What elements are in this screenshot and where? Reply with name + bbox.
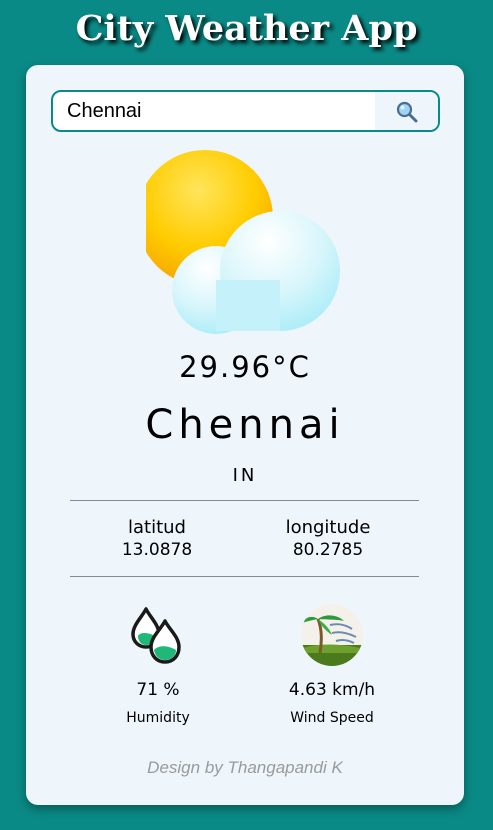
- wind-speed-value: 4.63 km/h: [288, 680, 376, 700]
- humidity-icon: [131, 607, 181, 664]
- longitude-block: longitude 80.2785: [253, 517, 403, 561]
- country-code: IN: [232, 465, 258, 486]
- app-title: City Weather App: [75, 8, 418, 49]
- latitude-value: 13.0878: [121, 540, 193, 560]
- humidity-value: 71 %: [136, 680, 180, 700]
- weather-card: 29.96°C Chennai IN latitud 13.0878 longi…: [26, 65, 464, 805]
- wind-speed-label: Wind Speed: [290, 710, 374, 726]
- longitude-value: 80.2785: [292, 540, 364, 560]
- partly-cloudy-icon: [146, 150, 340, 334]
- latitude-label: latitud: [128, 517, 186, 538]
- divider: [70, 500, 419, 501]
- footer-credit: Design by Thangapandi K: [147, 758, 343, 777]
- longitude-label: longitude: [285, 517, 371, 538]
- search-input[interactable]: [53, 92, 375, 130]
- temperature: 29.96°C: [179, 350, 311, 384]
- search-button[interactable]: [375, 92, 438, 130]
- wind-icon: [301, 604, 363, 666]
- divider: [70, 576, 419, 577]
- humidity-label: Humidity: [126, 710, 190, 726]
- search-bar: [51, 90, 440, 132]
- city-name: Chennai: [145, 402, 345, 448]
- search-icon: [396, 101, 418, 123]
- latitude-block: latitud 13.0878: [82, 517, 232, 561]
